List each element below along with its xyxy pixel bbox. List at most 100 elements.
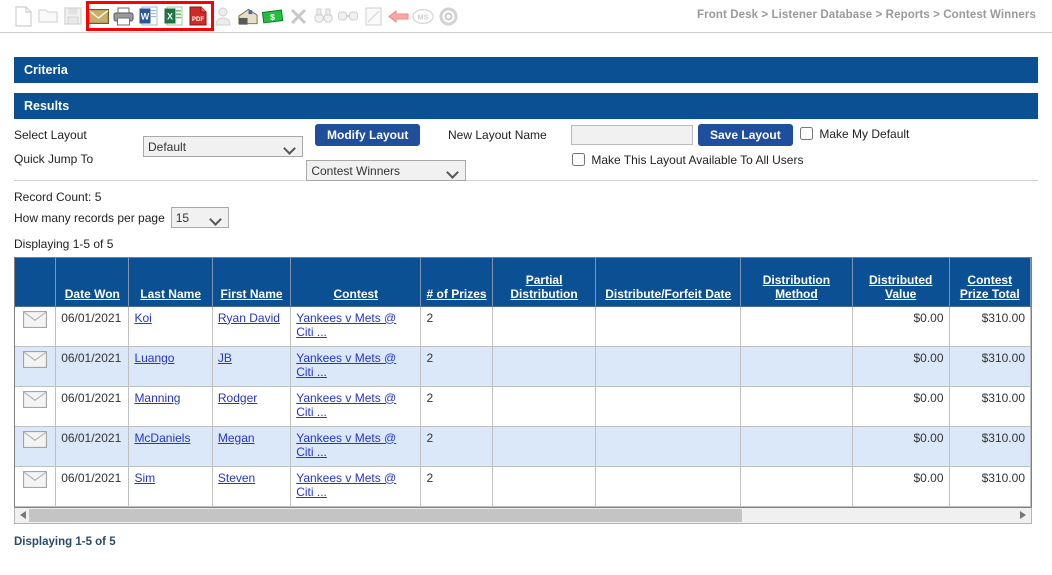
col-header-date-won[interactable]: Date Won: [55, 258, 130, 307]
quick-jump-dropdown[interactable]: Contest Winners: [306, 160, 467, 181]
table-horizontal-scrollbar[interactable]: [14, 506, 1032, 524]
table-row: 06/01/2021 Koi Ryan David Yankees v Mets @ …: [15, 306, 1032, 347]
cell-contest-prize-total: $310.00: [949, 306, 1032, 347]
first-name-link[interactable]: Megan: [218, 431, 255, 445]
cell-last-name: Koi: [128, 306, 213, 347]
envelope-icon[interactable]: [23, 470, 47, 491]
table-row: 06/01/2021 Manning Rodger Yankees v Mets @ …: [15, 386, 1032, 427]
contest-link[interactable]: Yankees v Mets @ Citi ...: [296, 431, 396, 459]
cell-date-won: 06/01/2021: [55, 386, 130, 427]
cell-contest-prize-total: $310.00: [949, 386, 1032, 427]
make-my-default-checkbox[interactable]: [800, 127, 813, 140]
first-name-link[interactable]: Steven: [218, 471, 255, 485]
new-layout-name-input[interactable]: [571, 125, 693, 145]
cell-last-name: Luango: [128, 346, 213, 387]
envelope-icon[interactable]: [23, 310, 47, 331]
quick-jump-label: Quick Jump To: [14, 152, 94, 166]
row-email-cell[interactable]: [15, 386, 57, 427]
new-document-icon[interactable]: [12, 4, 34, 28]
row-email-cell[interactable]: [15, 426, 57, 467]
scrollbar-thumb[interactable]: [29, 508, 742, 522]
scroll-left-arrow-icon[interactable]: [20, 510, 26, 519]
email-icon[interactable]: [87, 4, 109, 28]
delete-x-icon[interactable]: [287, 4, 309, 28]
notepad-icon[interactable]: [362, 4, 384, 28]
back-arrow-icon[interactable]: [387, 4, 409, 28]
table-header-row: Date Won Last Name First Name Contest # …: [15, 258, 1032, 307]
last-name-link[interactable]: Koi: [134, 311, 151, 325]
envelope-icon[interactable]: [23, 350, 47, 371]
col-header-distribute-forfeit-date[interactable]: Distribute/Forfeit Date: [595, 258, 741, 307]
first-name-link[interactable]: Ryan David: [218, 311, 280, 325]
last-name-link[interactable]: McDaniels: [134, 431, 190, 445]
col-header-first-name[interactable]: First Name: [212, 258, 292, 307]
pdf-export-icon[interactable]: PDF: [187, 4, 209, 28]
last-name-link[interactable]: Sim: [134, 471, 155, 485]
layout-controls: Select Layout Default Modify Layout New …: [14, 119, 1038, 181]
modify-layout-button[interactable]: Modify Layout: [315, 124, 421, 146]
last-name-link[interactable]: Luango: [134, 351, 174, 365]
contact-icon[interactable]: [212, 4, 234, 28]
first-name-link[interactable]: Rodger: [218, 391, 257, 405]
binoculars-icon[interactable]: [312, 4, 334, 28]
col-header-distributed-value[interactable]: Distributed Value: [852, 258, 950, 307]
toolbar-icon-group: W X PDF $ MS: [12, 4, 459, 28]
col-header-distribution-method[interactable]: Distribution Method: [740, 258, 853, 307]
cell-contest: Yankees v Mets @ Citi ...: [290, 426, 422, 467]
col-header-last-name[interactable]: Last Name: [128, 258, 213, 307]
records-per-page-dropdown-wrap: 15: [170, 207, 229, 228]
svg-text:MS: MS: [418, 12, 429, 21]
col-header-partial-distribution[interactable]: Partial Distribution: [492, 258, 597, 307]
cell-partial-distribution: [492, 306, 597, 347]
scroll-right-arrow-icon[interactable]: [1020, 510, 1026, 519]
results-section-header[interactable]: Results: [14, 93, 1038, 119]
cell-distribution-method: [740, 426, 853, 467]
link-icon[interactable]: [337, 4, 359, 28]
make-available-all-checkbox[interactable]: [572, 153, 585, 166]
cell-contest: Yankees v Mets @ Citi ...: [290, 386, 422, 427]
cell-partial-distribution: [492, 386, 597, 427]
first-name-link[interactable]: JB: [218, 351, 232, 365]
cell-num-prizes: 2: [420, 306, 493, 347]
save-layout-button[interactable]: Save Layout: [698, 124, 793, 146]
logo-icon[interactable]: MS: [412, 4, 434, 28]
save-disk-icon[interactable]: [62, 4, 84, 28]
contest-link[interactable]: Yankees v Mets @ Citi ...: [296, 351, 396, 379]
money-icon[interactable]: $: [262, 4, 284, 28]
breadcrumb[interactable]: Front Desk > Listener Database > Reports…: [697, 9, 1036, 21]
last-name-link[interactable]: Manning: [134, 391, 180, 405]
col-header-contest[interactable]: Contest: [290, 258, 422, 307]
contest-link[interactable]: Yankees v Mets @ Citi ...: [296, 391, 396, 419]
cell-num-prizes: 2: [420, 386, 493, 427]
records-per-page-dropdown[interactable]: 15: [170, 207, 229, 228]
envelope-icon[interactable]: [23, 390, 47, 411]
row-email-cell[interactable]: [15, 306, 57, 347]
svg-text:W: W: [140, 12, 149, 22]
cell-distributed-value: $0.00: [852, 346, 950, 387]
records-per-page-row: How many records per page 15: [14, 207, 1038, 228]
cell-num-prizes: 2: [420, 346, 493, 387]
make-my-default-group: Make My Default: [800, 127, 909, 141]
select-layout-dropdown[interactable]: Default: [143, 136, 303, 157]
print-icon[interactable]: [112, 4, 134, 28]
cell-partial-distribution: [492, 346, 597, 387]
select-layout-label: Select Layout: [14, 128, 87, 142]
row-email-cell[interactable]: [15, 346, 57, 387]
folder-icon[interactable]: [37, 4, 59, 28]
cell-distributed-value: $0.00: [852, 306, 950, 347]
cell-date-won: 06/01/2021: [55, 466, 130, 507]
cell-distribution-method: [740, 306, 853, 347]
contest-link[interactable]: Yankees v Mets @ Citi ...: [296, 311, 396, 339]
excel-export-icon[interactable]: X: [162, 4, 184, 28]
gear-icon[interactable]: [437, 4, 459, 28]
criteria-section-header[interactable]: Criteria: [14, 57, 1038, 83]
contest-link[interactable]: Yankees v Mets @ Citi ...: [296, 471, 396, 499]
row-email-cell[interactable]: [15, 466, 57, 507]
cell-num-prizes: 2: [420, 426, 493, 467]
mailbox-icon[interactable]: [237, 4, 259, 28]
word-export-icon[interactable]: W: [137, 4, 159, 28]
col-header-contest-prize-total[interactable]: Contest Prize Total: [949, 258, 1032, 307]
record-summary: Record Count: 5 How many records per pag…: [14, 181, 1038, 251]
col-header-num-prizes[interactable]: # of Prizes: [420, 258, 493, 307]
envelope-icon[interactable]: [23, 430, 47, 451]
